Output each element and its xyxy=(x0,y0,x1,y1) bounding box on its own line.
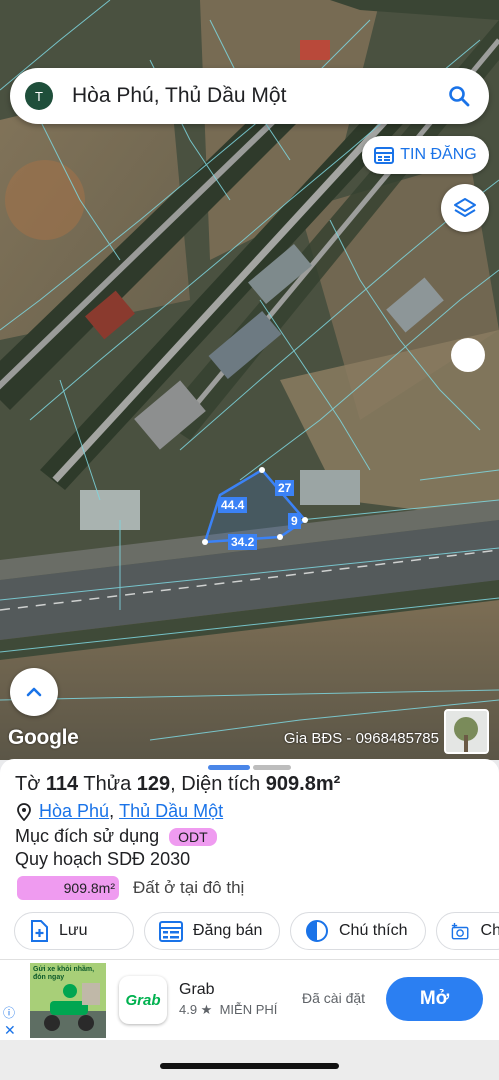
search-icon[interactable] xyxy=(447,84,471,108)
map-watermark: Gia BĐS - 0968485785 xyxy=(283,730,439,747)
search-bar[interactable]: T Hòa Phú, Thủ Dầu Một xyxy=(10,68,489,124)
city-link[interactable]: Thủ Dầu Một xyxy=(119,801,223,822)
google-logo: Google xyxy=(8,726,79,749)
layers-button[interactable] xyxy=(441,184,489,232)
tin-dang-label: TIN ĐĂNG xyxy=(400,146,477,163)
ad-banner-text: Gửi xe khỏi nhầm, đón ngay xyxy=(33,966,95,981)
save-label: Lưu xyxy=(59,922,88,939)
ad-image[interactable]: Gửi xe khỏi nhầm, đón ngay xyxy=(30,963,106,1038)
parcel-title: Tờ 114 Thửa 129, Diện tích 909.8m² xyxy=(15,773,341,795)
legend-label: Chú thích xyxy=(339,922,408,939)
ad-app-name: Grab xyxy=(179,981,215,998)
home-indicator[interactable] xyxy=(160,1063,339,1069)
avatar[interactable]: T xyxy=(25,82,53,110)
search-query[interactable]: Hòa Phú, Thủ Dầu Một xyxy=(72,84,447,108)
plan-area-chip: 909.8m² xyxy=(17,876,119,900)
contrast-icon xyxy=(306,920,328,942)
add-photo-icon xyxy=(451,922,469,940)
ad-banner[interactable]: ⓘ ✕ Gửi xe khỏi nhầm, đón ngay Grab Grab… xyxy=(0,959,499,1040)
ad-app-meta: 4.9 ★ MIỄN PHÍ xyxy=(179,1002,277,1018)
ad-open-button[interactable]: Mở xyxy=(386,977,483,1021)
action-chips: Lưu Đăng bán Chú thích Ch xyxy=(14,912,499,950)
street-view-thumbnail[interactable] xyxy=(444,709,489,754)
ad-installed-status: Đã cài đặt xyxy=(302,990,366,1006)
home-bar-area xyxy=(0,1040,499,1080)
ad-rating: 4.9 ★ xyxy=(179,1002,213,1017)
plan-area-desc: Đất ở tại đô thị xyxy=(133,878,245,897)
chevron-up-icon xyxy=(26,687,42,697)
calendar-list-icon xyxy=(374,147,395,164)
add-note-icon xyxy=(31,920,48,942)
land-use-label: Mục đích sử dụng xyxy=(15,826,160,846)
location-pin-icon xyxy=(17,802,31,821)
listing-icon xyxy=(159,921,183,942)
add-photo-button[interactable]: Ch xyxy=(436,912,499,950)
post-sale-button[interactable]: Đăng bán xyxy=(144,912,280,950)
legend-button[interactable]: Chú thích xyxy=(290,912,426,950)
ad-info-icon[interactable]: ⓘ xyxy=(3,1004,15,1021)
land-use-badge: ODT xyxy=(169,827,217,846)
plan-heading: Quy hoạch SDĐ 2030 xyxy=(15,849,191,869)
ward-link[interactable]: Hòa Phú xyxy=(39,801,109,822)
parcel-info-sheet[interactable]: Tờ 114 Thửa 129, Diện tích 909.8m² Hòa P… xyxy=(0,759,499,959)
plot-edge-label: 34.2 xyxy=(228,534,258,550)
add-photo-label: Ch xyxy=(480,922,499,939)
location-dot-button[interactable] xyxy=(451,338,485,372)
sheet-handle[interactable] xyxy=(208,765,250,770)
layers-icon xyxy=(454,198,476,217)
grab-logo: Grab xyxy=(119,976,167,1024)
plan-area-row: 909.8m² Đất ở tại đô thị xyxy=(17,876,244,900)
post-sale-label: Đăng bán xyxy=(193,922,263,939)
plot-edge-label: 9 xyxy=(288,513,301,529)
sheet-handle-secondary[interactable] xyxy=(253,765,291,770)
ad-price: MIỄN PHÍ xyxy=(219,1002,278,1017)
save-button[interactable]: Lưu xyxy=(14,912,134,950)
tree-thumbnail-icon xyxy=(446,711,487,752)
parcel-location: Hòa Phú, Thủ Dầu Một xyxy=(17,801,223,822)
expand-up-button[interactable] xyxy=(10,668,58,716)
ad-close-icon[interactable]: ✕ xyxy=(4,1022,16,1039)
land-use-row: Mục đích sử dụng ODT xyxy=(15,826,217,847)
plot-edge-label: 27 xyxy=(275,480,295,496)
plot-edge-label: 44.4 xyxy=(218,497,248,513)
map-view[interactable]: 44.4 27 9 34.2 T Hòa Phú, Thủ Dầu Một TI… xyxy=(0,0,499,760)
tin-dang-button[interactable]: TIN ĐĂNG xyxy=(362,136,489,174)
